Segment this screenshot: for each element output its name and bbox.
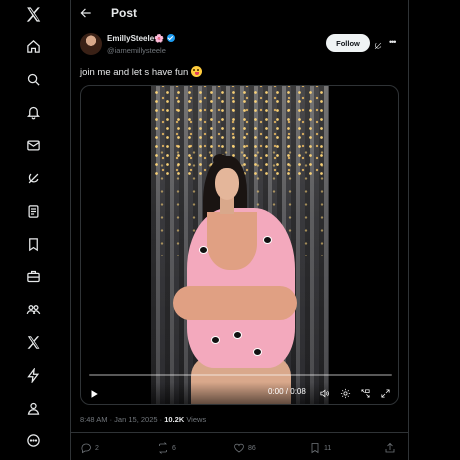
- video-controls: [81, 382, 398, 404]
- video-time: 0:00 / 0:08: [268, 387, 306, 396]
- avatar[interactable]: [80, 33, 102, 55]
- post-timestamp[interactable]: 8:48 AM · Jan 15, 2025 ·: [80, 415, 164, 424]
- fullscreen-icon[interactable]: [380, 386, 391, 398]
- share-button[interactable]: [384, 442, 396, 454]
- reply-count: 2: [95, 444, 99, 452]
- column-divider: [408, 0, 409, 460]
- heart-icon: [234, 443, 244, 453]
- video-progress-bar[interactable]: [89, 374, 392, 376]
- video-subject-image: [213, 154, 227, 166]
- follow-button[interactable]: Follow: [326, 34, 370, 52]
- notifications-icon[interactable]: [21, 100, 45, 124]
- pajama-print: [211, 336, 220, 344]
- video-subject-image: [207, 212, 257, 270]
- grok-explain-icon[interactable]: [373, 38, 383, 50]
- author-display-name: EmillySteele: [107, 34, 155, 43]
- profile-icon[interactable]: [21, 396, 45, 420]
- zany-face-emoji-icon: [190, 66, 202, 77]
- post-meta: 8:48 AM · Jan 15, 2025 · 10.2K Views: [80, 415, 206, 424]
- post-text-line: join me and let s have fun: [80, 66, 202, 78]
- pajama-print: [263, 236, 272, 244]
- bookmarks-icon[interactable]: [21, 232, 45, 256]
- play-icon[interactable]: [89, 386, 101, 398]
- views-count: 10.2K: [164, 415, 185, 424]
- post-more-options-icon[interactable]: •••: [389, 37, 401, 47]
- pajama-print: [199, 246, 208, 254]
- more-icon[interactable]: [21, 428, 45, 452]
- reply-icon: [81, 443, 91, 454]
- video-subject-image: [173, 286, 297, 320]
- verified-orgs-icon[interactable]: [21, 363, 45, 387]
- post-actions-bar: 2 6 86 11: [71, 438, 408, 456]
- lists-icon[interactable]: [21, 199, 45, 223]
- pajama-print: [233, 331, 242, 339]
- post-text: join me and let s have fun: [80, 67, 189, 78]
- home-icon[interactable]: [21, 34, 45, 58]
- x-logo-icon[interactable]: [21, 2, 45, 26]
- picture-in-picture-icon[interactable]: [360, 386, 371, 398]
- jobs-icon[interactable]: [21, 264, 45, 288]
- author-handle[interactable]: @iamemillysteele: [107, 46, 166, 55]
- post-header: Post: [71, 0, 408, 28]
- page-title: Post: [111, 6, 138, 20]
- sidebar-nav: [0, 0, 70, 460]
- back-arrow-icon[interactable]: [79, 6, 93, 20]
- pajama-print: [253, 348, 262, 356]
- video-subject-image: [215, 168, 239, 200]
- grok-icon[interactable]: [21, 166, 45, 190]
- bookmark-count: 11: [324, 444, 332, 452]
- share-icon: [385, 442, 395, 453]
- like-button[interactable]: 86: [233, 442, 256, 454]
- like-count: 86: [248, 444, 256, 452]
- repost-icon: [159, 442, 167, 454]
- messages-icon[interactable]: [21, 133, 45, 157]
- reply-button[interactable]: 2: [80, 442, 99, 454]
- views-label: Views: [184, 415, 207, 424]
- repost-button[interactable]: 6: [157, 442, 176, 454]
- bookmark-button[interactable]: 11: [309, 442, 331, 454]
- communities-icon[interactable]: [21, 297, 45, 321]
- author-name[interactable]: EmillySteele🌸: [107, 34, 176, 43]
- premium-icon[interactable]: [21, 330, 45, 354]
- name-emoji: 🌸: [154, 34, 165, 43]
- post-detail-column: Post EmillySteele🌸 @iamemillysteele Foll…: [71, 0, 408, 460]
- volume-icon[interactable]: [319, 386, 330, 398]
- video-frame: [151, 86, 329, 404]
- repost-count: 6: [172, 444, 176, 452]
- settings-gear-icon[interactable]: [340, 386, 351, 399]
- divider: [71, 432, 408, 433]
- verified-badge-icon[interactable]: [167, 34, 176, 42]
- bookmark-icon: [311, 443, 319, 454]
- search-icon[interactable]: [21, 67, 45, 91]
- video-player[interactable]: 0:00 / 0:08: [80, 85, 399, 405]
